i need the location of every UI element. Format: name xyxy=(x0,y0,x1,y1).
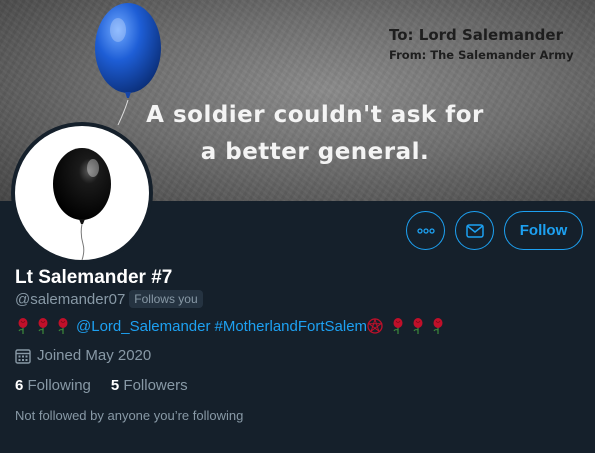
joined-date: Joined May 2020 xyxy=(15,347,151,364)
pentagram-icon xyxy=(367,318,383,334)
message-button[interactable] xyxy=(455,211,494,250)
handle: @salemander07 xyxy=(15,290,126,308)
rose-icon xyxy=(18,318,28,334)
banner-message-line1: A soldier couldn't ask for xyxy=(146,102,484,128)
rose-icon xyxy=(433,318,443,334)
black-balloon-icon xyxy=(53,148,111,260)
banner-to-line: To: Lord Salemander xyxy=(389,26,563,44)
rose-icon xyxy=(38,318,48,334)
banner-from-line: From: The Salemander Army xyxy=(389,48,574,62)
following-label: Following xyxy=(27,377,91,394)
rose-icon xyxy=(393,318,403,334)
calendar-icon xyxy=(15,348,31,364)
more-icon xyxy=(416,227,435,234)
following-link[interactable]: 6 Following xyxy=(15,377,91,394)
following-count: 6 xyxy=(15,377,24,394)
not-followed-note: Not followed by anyone you’re following xyxy=(15,408,244,423)
follow-stats: 6 Following 5 Followers xyxy=(15,377,188,394)
bio: @Lord_Salemander #MotherlandFortSalem xyxy=(16,317,451,335)
rose-icon xyxy=(413,318,423,334)
handle-row: @salemander07 Follows you xyxy=(15,290,203,308)
display-name: Lt Salemander #7 xyxy=(15,267,173,288)
rose-icon xyxy=(58,318,68,334)
avatar-image xyxy=(15,126,149,260)
bio-mention-link[interactable]: @Lord_Salemander xyxy=(76,318,210,335)
joined-text: Joined May 2020 xyxy=(37,347,152,364)
follows-you-badge: Follows you xyxy=(129,290,203,308)
banner-message-line2: a better general. xyxy=(200,139,430,165)
bio-hashtag-link[interactable]: #MotherlandFortSalem xyxy=(214,318,367,335)
followers-label: Followers xyxy=(123,377,188,394)
follow-button[interactable]: Follow xyxy=(504,211,583,250)
banner-message: A soldier couldn't ask for a better gene… xyxy=(120,97,510,171)
avatar[interactable] xyxy=(11,122,153,264)
followers-count: 5 xyxy=(110,377,120,394)
more-button[interactable] xyxy=(406,211,445,250)
envelope-icon xyxy=(465,223,484,238)
followers-link[interactable]: 5 Followers xyxy=(111,377,188,394)
